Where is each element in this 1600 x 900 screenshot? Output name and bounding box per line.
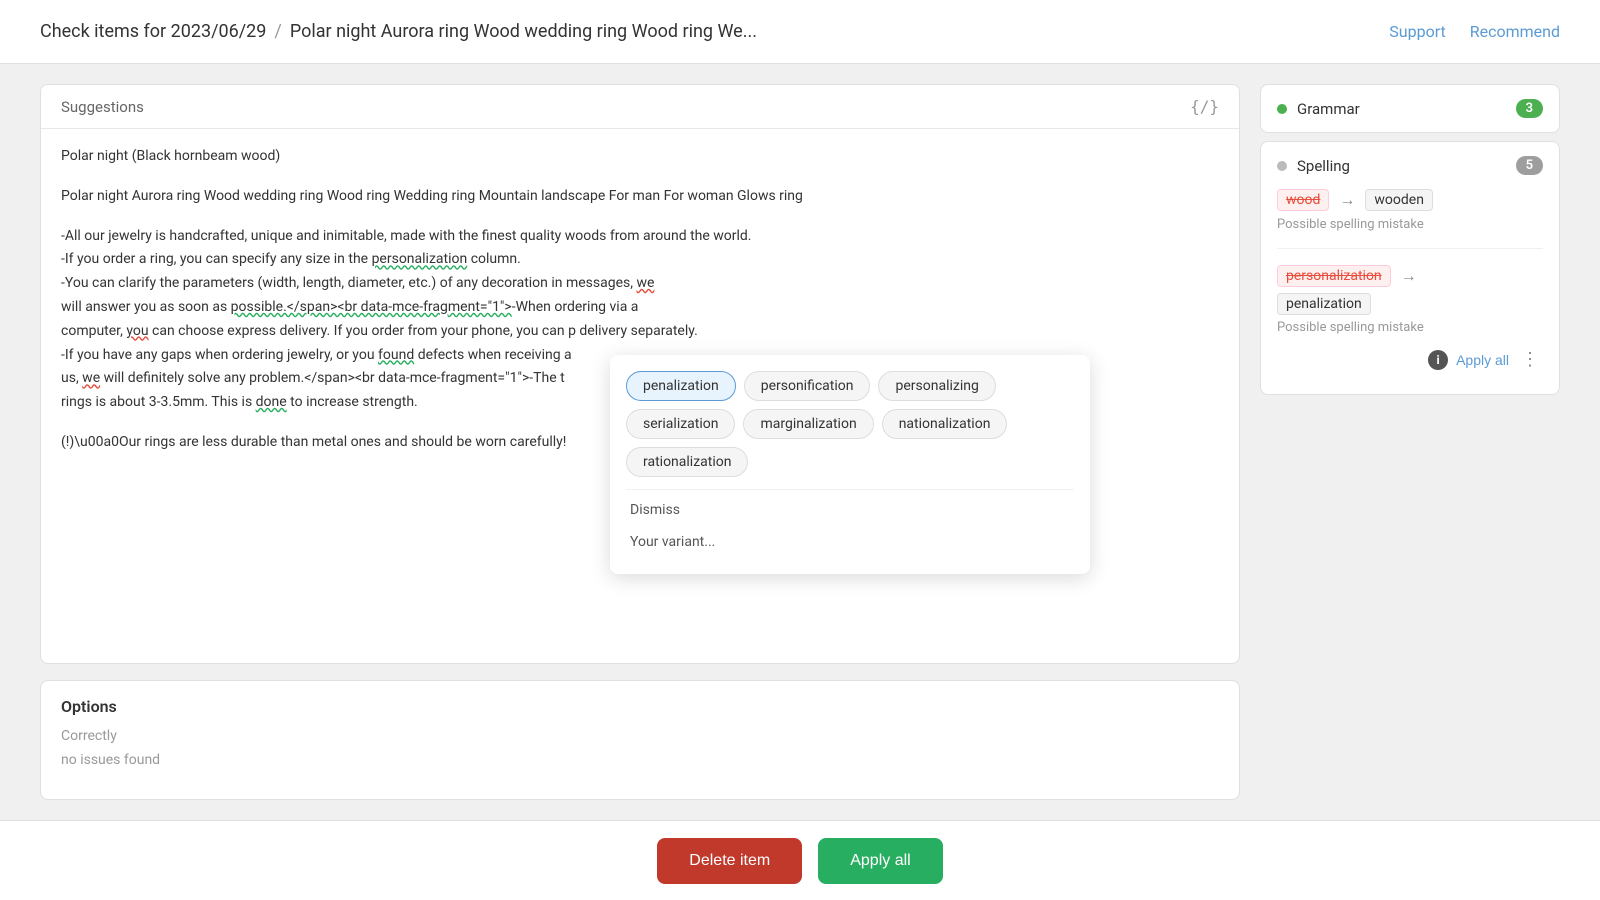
- underline-found: found: [378, 347, 414, 363]
- chip-personalizing[interactable]: personalizing: [878, 371, 995, 401]
- correction-row-1: wood → wooden: [1277, 189, 1543, 211]
- apply-all-row: i Apply all ⋮: [1277, 339, 1543, 372]
- options-title: Options: [61, 697, 1219, 716]
- underline-personalization: personalization: [372, 251, 468, 267]
- bottom-bar: Delete item Apply all: [0, 820, 1600, 900]
- spelling-badge: 5: [1516, 156, 1543, 175]
- underline-possible: possible.</span><br data-mce-fragment="1…: [231, 299, 512, 315]
- suggestions-label: Suggestions: [61, 98, 144, 116]
- spelling-label: Spelling: [1297, 157, 1350, 175]
- code-icon: {/}: [1190, 97, 1219, 116]
- apply-all-spelling-button[interactable]: Apply all: [1456, 352, 1509, 368]
- underline-we2: we: [82, 370, 100, 386]
- right-panel: Grammar 3 Spelling 5 wood → wooden Poss: [1260, 84, 1560, 800]
- arrow-2: →: [1401, 266, 1417, 286]
- top-actions: Support Recommend: [1389, 22, 1560, 41]
- original-personalization: personalization: [1277, 265, 1391, 287]
- suggestion-wooden[interactable]: wooden: [1365, 189, 1433, 211]
- grammar-label: Grammar: [1297, 100, 1360, 118]
- grammar-dot: [1277, 104, 1287, 114]
- possible-desc-2: Possible spelling mistake: [1277, 320, 1543, 335]
- text-block-1: Polar night (Black hornbeam wood): [61, 145, 1219, 169]
- chip-marginalization[interactable]: marginalization: [743, 409, 873, 439]
- chip-personification[interactable]: personification: [744, 371, 871, 401]
- support-link[interactable]: Support: [1389, 22, 1445, 41]
- delete-item-button[interactable]: Delete item: [657, 838, 802, 884]
- underline-we: we: [636, 275, 654, 291]
- options-value: no issues found: [61, 752, 1219, 768]
- spelling-left: Spelling: [1277, 157, 1350, 175]
- apply-all-button[interactable]: Apply all: [818, 838, 942, 884]
- replacement-penalization[interactable]: penalization: [1277, 293, 1371, 315]
- spelling-dot: [1277, 161, 1287, 171]
- spelling-dropdown: penalization personification personalizi…: [610, 355, 1090, 574]
- underline-you: you: [126, 323, 148, 339]
- grammar-badge: 3: [1516, 99, 1543, 118]
- spelling-section: Spelling 5 wood → wooden Possible spelli…: [1260, 141, 1560, 395]
- options-label: Correctly: [61, 728, 1219, 744]
- suggestions-header: Suggestions {/}: [41, 85, 1239, 129]
- recommend-link[interactable]: Recommend: [1470, 22, 1560, 41]
- suggestion-chips: penalization personification personalizi…: [626, 371, 1074, 477]
- options-card: Options Correctly no issues found: [40, 680, 1240, 800]
- breadcrumb: Check items for 2023/06/29 / Polar night…: [40, 21, 757, 42]
- chip-serialization[interactable]: serialization: [626, 409, 735, 439]
- chip-rationalization[interactable]: rationalization: [626, 447, 748, 477]
- correction-row-2: personalization →: [1277, 265, 1543, 287]
- your-variant-action[interactable]: Your variant...: [626, 526, 1074, 558]
- chip-penalization[interactable]: penalization: [626, 371, 736, 401]
- breadcrumb-title: Polar night Aurora ring Wood wedding rin…: [290, 21, 757, 42]
- info-icon[interactable]: i: [1428, 350, 1448, 370]
- text-block-2: Polar night Aurora ring Wood wedding rin…: [61, 185, 1219, 209]
- arrow-1: →: [1339, 190, 1355, 210]
- dropdown-divider-1: [626, 489, 1074, 490]
- breadcrumb-separator: /: [274, 21, 281, 42]
- spelling-header: Spelling 5: [1277, 156, 1543, 175]
- dismiss-action[interactable]: Dismiss: [626, 494, 1074, 526]
- correction-wood: wood → wooden Possible spelling mistake: [1277, 189, 1543, 249]
- grammar-card[interactable]: Grammar 3: [1260, 84, 1560, 133]
- correction-personalization: personalization → penalization Possible …: [1277, 265, 1543, 372]
- correction-desc-1: Possible spelling mistake: [1277, 217, 1543, 232]
- top-bar: Check items for 2023/06/29 / Polar night…: [0, 0, 1600, 64]
- underline-done: done: [256, 394, 287, 410]
- breadcrumb-base: Check items for 2023/06/29: [40, 21, 266, 42]
- more-options-button[interactable]: ⋮: [1517, 347, 1543, 372]
- original-wood: wood: [1277, 189, 1329, 211]
- chip-nationalization[interactable]: nationalization: [882, 409, 1008, 439]
- grammar-left: Grammar: [1277, 100, 1360, 118]
